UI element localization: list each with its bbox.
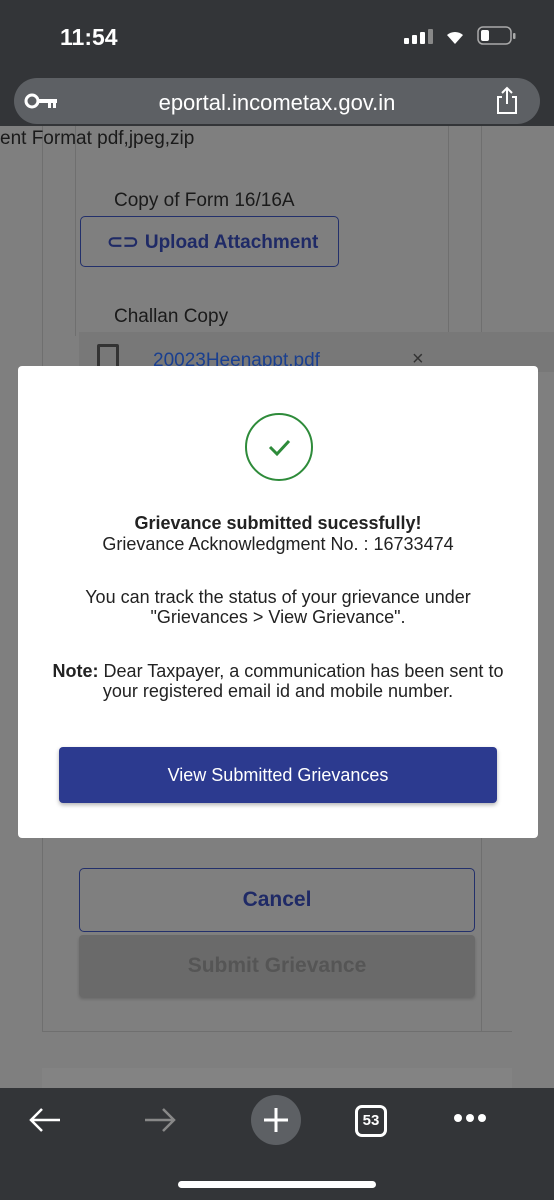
url-field[interactable]: eportal.incometax.gov.in bbox=[14, 78, 540, 124]
upload-attachment-button[interactable]: ⊂⊃ Upload Attachment bbox=[80, 216, 339, 267]
dialog-title: Grievance submitted sucessfully! bbox=[134, 513, 422, 533]
view-submitted-grievances-button[interactable]: View Submitted Grievances bbox=[59, 747, 497, 803]
signal-icon bbox=[404, 29, 433, 44]
wifi-icon bbox=[447, 31, 463, 44]
upload-label: Upload Attachment bbox=[144, 232, 319, 253]
note-label: Note: bbox=[52, 661, 99, 681]
back-icon[interactable] bbox=[28, 1106, 62, 1134]
form16-label: Copy of Form 16/16A bbox=[114, 190, 295, 211]
divider bbox=[75, 126, 76, 336]
home-indicator bbox=[178, 1181, 376, 1188]
tab-count-button[interactable]: 53 bbox=[355, 1105, 387, 1137]
card bbox=[42, 1068, 512, 1088]
new-tab-button[interactable] bbox=[251, 1095, 301, 1145]
submit-grievance-button[interactable]: Submit Grievance bbox=[79, 935, 475, 997]
clock: 11:54 bbox=[60, 24, 118, 50]
divider bbox=[448, 126, 449, 336]
share-icon[interactable] bbox=[494, 86, 520, 116]
status-bar: 11:54 bbox=[0, 0, 554, 70]
plus-icon bbox=[264, 1108, 288, 1132]
paperclip-icon: ⊂⊃ bbox=[107, 232, 139, 253]
cancel-button[interactable]: Cancel bbox=[79, 868, 475, 932]
url-text: eportal.incometax.gov.in bbox=[158, 90, 396, 115]
battery-icon bbox=[477, 26, 516, 45]
success-dialog: Grievance submitted sucessfully! Grievan… bbox=[18, 366, 538, 838]
more-icon[interactable] bbox=[452, 1112, 488, 1124]
note-body: Dear Taxpayer, a communication has been … bbox=[98, 661, 504, 701]
success-check-icon bbox=[245, 413, 313, 481]
track-instructions: You can track the status of your grievan… bbox=[85, 587, 471, 627]
note-text: Note: Dear Taxpayer, a communication has… bbox=[38, 661, 518, 701]
address-bar: eportal.incometax.gov.in bbox=[0, 70, 554, 126]
forward-icon[interactable] bbox=[143, 1106, 177, 1134]
challan-label: Challan Copy bbox=[114, 306, 229, 327]
format-hint: ent Format pdf,jpeg,zip bbox=[0, 128, 195, 149]
acknowledgment-number: Grievance Acknowledgment No. : 16733474 bbox=[102, 534, 454, 554]
divider bbox=[42, 1031, 512, 1032]
